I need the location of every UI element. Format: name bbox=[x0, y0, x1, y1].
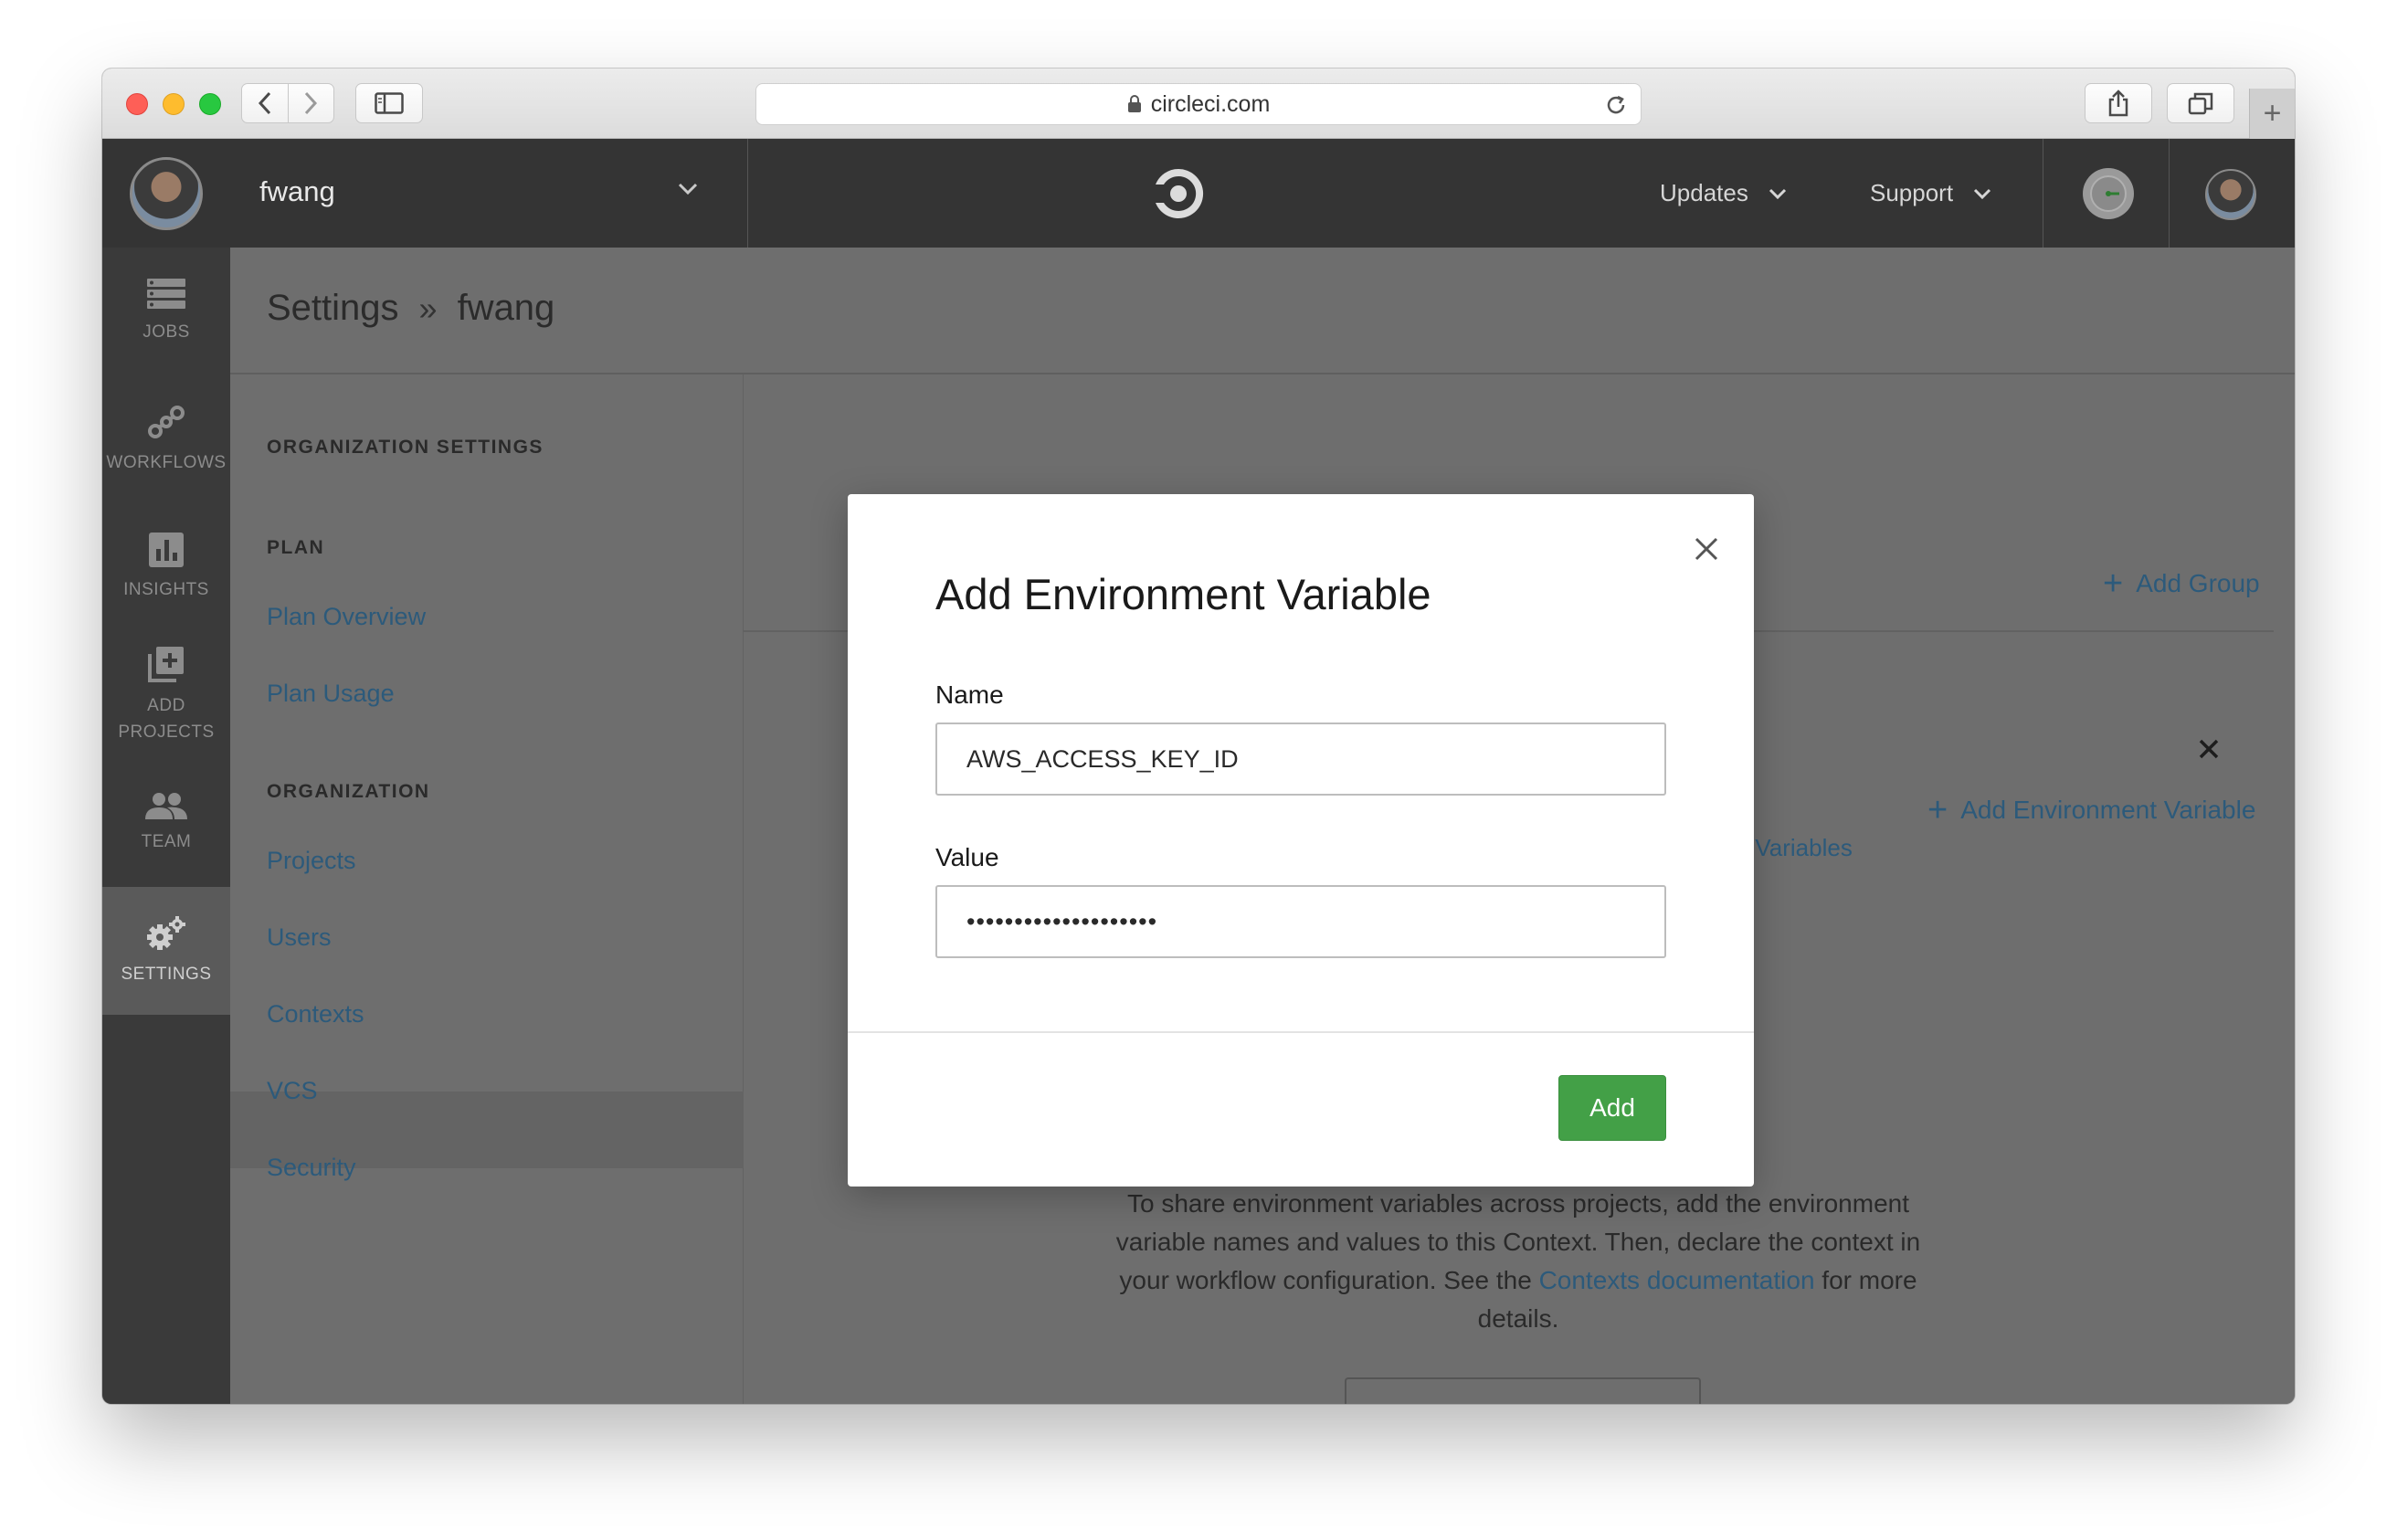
reload-icon[interactable] bbox=[1604, 93, 1628, 123]
sidebar-item-label: ADD PROJECTS bbox=[118, 696, 215, 742]
nav-link-plan-overview[interactable]: Plan Overview bbox=[267, 603, 426, 631]
app-header: fwang Updates Support bbox=[102, 139, 2295, 248]
chevron-left-icon bbox=[258, 91, 270, 115]
value-label: Value bbox=[935, 843, 999, 871]
support-menu[interactable]: Support bbox=[1870, 139, 1991, 248]
sidebar-item-jobs[interactable]: JOBS bbox=[102, 248, 230, 375]
add-group-label: Add Group bbox=[2136, 569, 2260, 597]
user-avatar[interactable] bbox=[2205, 169, 2256, 220]
chevron-down-icon bbox=[678, 183, 698, 195]
settings-nav: ORGANIZATION SETTINGS PLAN Plan Overview… bbox=[230, 374, 744, 1404]
add-group-link[interactable]: + Add Group bbox=[2103, 566, 2260, 601]
sidebar-item-label: JOBS bbox=[143, 322, 190, 342]
sidebar-item-insights[interactable]: INSIGHTS bbox=[102, 503, 230, 631]
chevron-down-icon bbox=[1769, 188, 1787, 199]
page-header: Settings » fwang bbox=[230, 248, 2295, 374]
sidebar-item-label: WORKFLOWS bbox=[106, 452, 227, 472]
close-window-button[interactable] bbox=[126, 93, 148, 115]
name-field[interactable] bbox=[935, 723, 1666, 796]
sidebar-item-add-projects[interactable]: ADD PROJECTS bbox=[102, 631, 230, 759]
sidebar-item-label: INSIGHTS bbox=[123, 579, 209, 599]
add-projects-icon bbox=[147, 645, 185, 683]
updates-label: Updates bbox=[1660, 179, 1748, 206]
context-info-text: To share environment variables across pr… bbox=[1107, 1185, 1929, 1338]
breadcrumb-separator: » bbox=[418, 290, 438, 327]
new-tab-button[interactable]: + bbox=[2249, 89, 2295, 139]
modal-divider bbox=[848, 1031, 1754, 1033]
browser-toolbar: circleci.com + bbox=[102, 69, 2295, 139]
back-button[interactable] bbox=[242, 84, 288, 122]
forward-button[interactable] bbox=[287, 84, 334, 122]
sidebar-item-team[interactable]: TEAM bbox=[102, 759, 230, 887]
breadcrumb: Settings » fwang bbox=[267, 288, 554, 329]
app-sidebar: JOBS WORKFLOWS INSIGHTS ADD PROJECTS TEA… bbox=[102, 248, 230, 1404]
chevron-down-icon bbox=[1973, 188, 1991, 199]
add-env-var-button[interactable] bbox=[1345, 1377, 1701, 1404]
name-label: Name bbox=[935, 680, 1004, 709]
workflows-icon bbox=[146, 404, 186, 440]
settings-section-title: ORGANIZATION SETTINGS bbox=[267, 437, 544, 458]
tabs-overview-button[interactable] bbox=[2167, 83, 2234, 123]
status-indicator[interactable] bbox=[2083, 168, 2134, 219]
plus-icon: + bbox=[1927, 791, 1948, 829]
breadcrumb-current: fwang bbox=[457, 288, 555, 328]
lock-icon bbox=[1127, 95, 1142, 113]
circleci-logo-icon[interactable] bbox=[1151, 166, 1206, 221]
nav-group-heading-plan: PLAN bbox=[267, 537, 325, 558]
address-bar[interactable]: circleci.com bbox=[755, 83, 1642, 125]
add-env-var-label: Add Environment Variable bbox=[1960, 796, 2256, 824]
team-icon bbox=[145, 792, 187, 819]
header-divider bbox=[2169, 139, 2170, 248]
tabs-icon bbox=[2188, 92, 2213, 115]
nav-link-users[interactable]: Users bbox=[267, 923, 332, 952]
chevron-right-icon bbox=[305, 91, 318, 115]
plus-icon: + bbox=[2103, 564, 2124, 603]
add-env-var-modal: Add Environment Variable Name Value ••••… bbox=[848, 494, 1754, 1187]
modal-title: Add Environment Variable bbox=[935, 570, 1431, 618]
close-icon[interactable] bbox=[2198, 738, 2220, 765]
gears-icon bbox=[146, 915, 186, 952]
add-env-var-link[interactable]: + Add Environment Variable bbox=[1927, 793, 2255, 828]
browser-window: circleci.com + fwang Updates Support JOB… bbox=[102, 69, 2295, 1404]
org-avatar bbox=[130, 157, 203, 230]
share-icon bbox=[2108, 90, 2128, 117]
modal-close-button[interactable] bbox=[1688, 531, 1725, 567]
sidebar-item-workflows[interactable]: WORKFLOWS bbox=[102, 375, 230, 503]
updates-menu[interactable]: Updates bbox=[1660, 139, 1787, 248]
sidebar-icon bbox=[375, 92, 404, 114]
nav-link-plan-usage[interactable]: Plan Usage bbox=[267, 680, 395, 708]
value-field[interactable]: •••••••••••••••••••• bbox=[935, 885, 1666, 958]
zoom-window-button[interactable] bbox=[199, 93, 221, 115]
org-name: fwang bbox=[259, 175, 335, 207]
close-icon bbox=[1695, 537, 1718, 561]
minimize-window-button[interactable] bbox=[163, 93, 185, 115]
nav-link-projects[interactable]: Projects bbox=[267, 847, 356, 875]
sidebar-item-settings[interactable]: SETTINGS bbox=[102, 887, 230, 1015]
status-gauge-icon bbox=[2090, 175, 2127, 212]
support-label: Support bbox=[1870, 179, 1954, 206]
nav-group-heading-organization: ORGANIZATION bbox=[267, 781, 430, 802]
nav-link-vcs[interactable]: VCS bbox=[267, 1077, 318, 1105]
share-button[interactable] bbox=[2085, 83, 2152, 123]
breadcrumb-root[interactable]: Settings bbox=[267, 288, 399, 329]
jobs-icon bbox=[147, 278, 185, 310]
insights-icon bbox=[149, 532, 184, 567]
sidebar-item-label: TEAM bbox=[141, 831, 192, 851]
nav-link-contexts[interactable]: Contexts bbox=[267, 1000, 364, 1028]
nav-link-security[interactable]: Security bbox=[267, 1154, 356, 1182]
add-button[interactable]: Add bbox=[1558, 1075, 1666, 1141]
contexts-documentation-link[interactable]: Contexts documentation bbox=[1539, 1266, 1815, 1294]
org-switcher[interactable]: fwang bbox=[102, 139, 748, 248]
history-nav bbox=[241, 83, 334, 123]
sidebar-item-label: SETTINGS bbox=[121, 964, 212, 984]
sidebar-toggle-button[interactable] bbox=[355, 83, 423, 123]
url-text: circleci.com bbox=[1150, 90, 1271, 117]
